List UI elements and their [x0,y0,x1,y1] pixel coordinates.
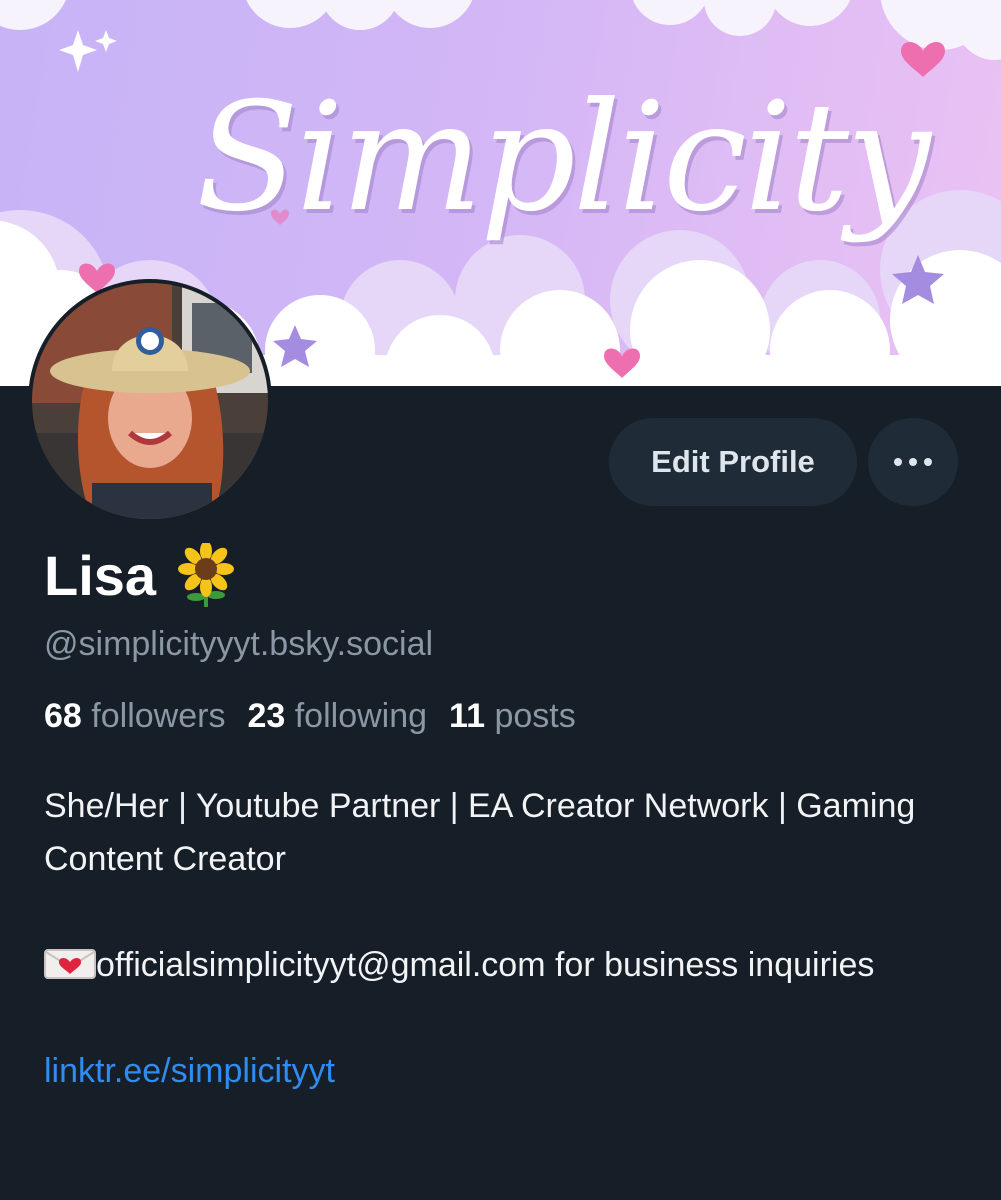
following-label: following [294,697,428,735]
profile-handle: @simplicityyyt.bsky.social [44,625,434,663]
followers-stat[interactable]: 68 followers [44,697,225,735]
following-count: 23 [247,697,286,735]
avatar-photo [32,283,268,519]
following-stat[interactable]: 23 following [247,697,427,735]
more-options-button[interactable] [868,418,958,506]
sunflower-icon [178,541,235,607]
banner-title: Simplicity [196,71,931,245]
ellipsis-icon [894,458,932,466]
posts-count: 11 [449,697,485,735]
profile-bio: She/Her | Youtube Partner | EA Creator N… [44,780,974,1098]
followers-label: followers [91,697,226,735]
edit-profile-button[interactable]: Edit Profile [609,418,857,506]
profile-link[interactable]: linktr.ee/simplicityyt [44,1052,335,1090]
posts-label: posts [494,697,576,735]
posts-stat: 11 posts [449,697,576,735]
display-name-row: Lisa [44,540,235,610]
followers-count: 68 [44,697,82,735]
love-letter-icon [44,942,96,979]
profile-stats: 68 followers 23 following 11 posts [44,697,576,736]
bio-email-text: officialsimplicityyt@gmail.com for busin… [96,946,875,984]
bio-email-line: officialsimplicityyt@gmail.com for busin… [44,939,974,992]
bio-line: She/Her | Youtube Partner | EA Creator N… [44,787,916,878]
avatar[interactable] [28,279,272,523]
display-name: Lisa [44,543,157,607]
